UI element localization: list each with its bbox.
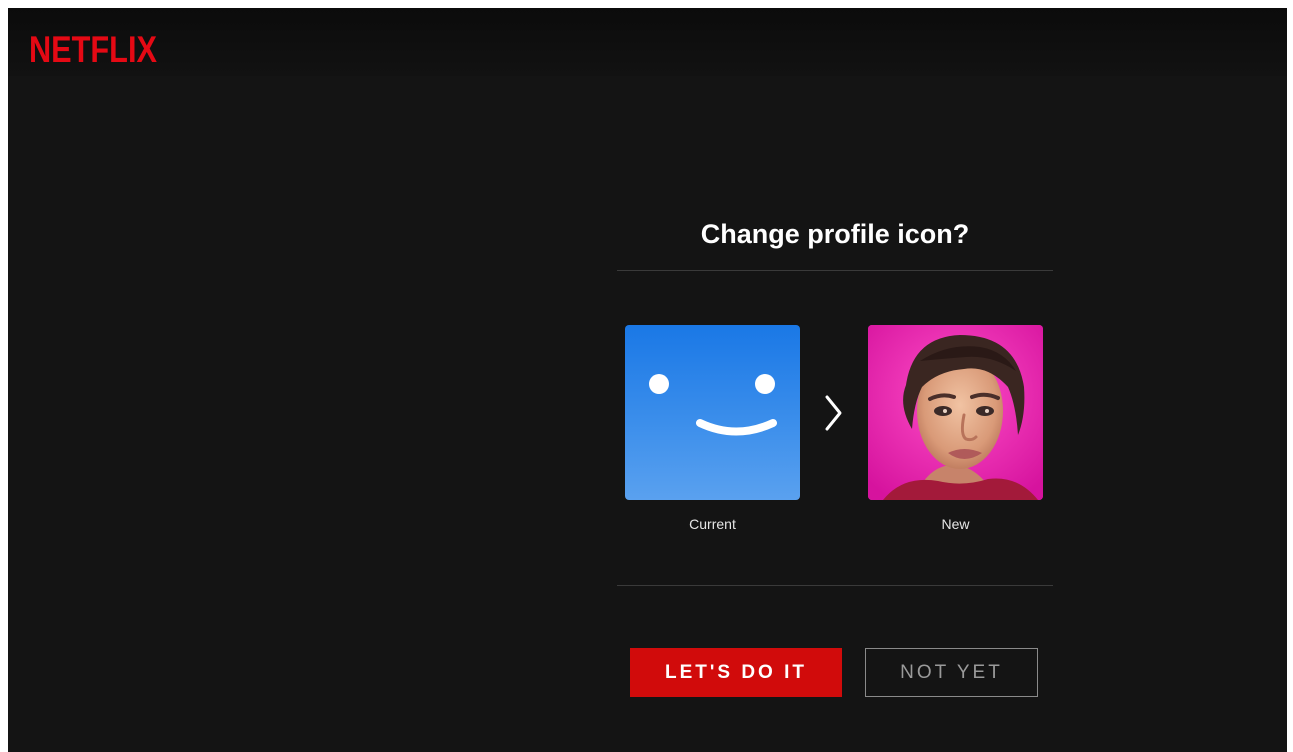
- not-yet-button[interactable]: NOT YET: [865, 648, 1038, 697]
- new-avatar: [868, 325, 1043, 500]
- current-label: Current: [689, 516, 736, 532]
- divider-top: [617, 270, 1053, 271]
- portrait-image: [868, 325, 1043, 500]
- smiley-face-icon: [649, 374, 777, 436]
- chevron-right-icon: [825, 395, 842, 431]
- change-profile-icon-dialog: Change profile icon? Current New LET'S D…: [617, 198, 1053, 718]
- current-avatar: [625, 325, 800, 500]
- new-label: New: [941, 516, 970, 532]
- dialog-title: Change profile icon?: [700, 219, 970, 249]
- top-header: NETFLIX: [8, 8, 1287, 76]
- netflix-logo[interactable]: NETFLIX: [29, 30, 157, 70]
- app-screen: NETFLIX Change profile icon? Current New…: [8, 8, 1287, 752]
- lets-do-it-button[interactable]: LET'S DO IT: [630, 648, 842, 697]
- divider-bottom: [617, 585, 1053, 586]
